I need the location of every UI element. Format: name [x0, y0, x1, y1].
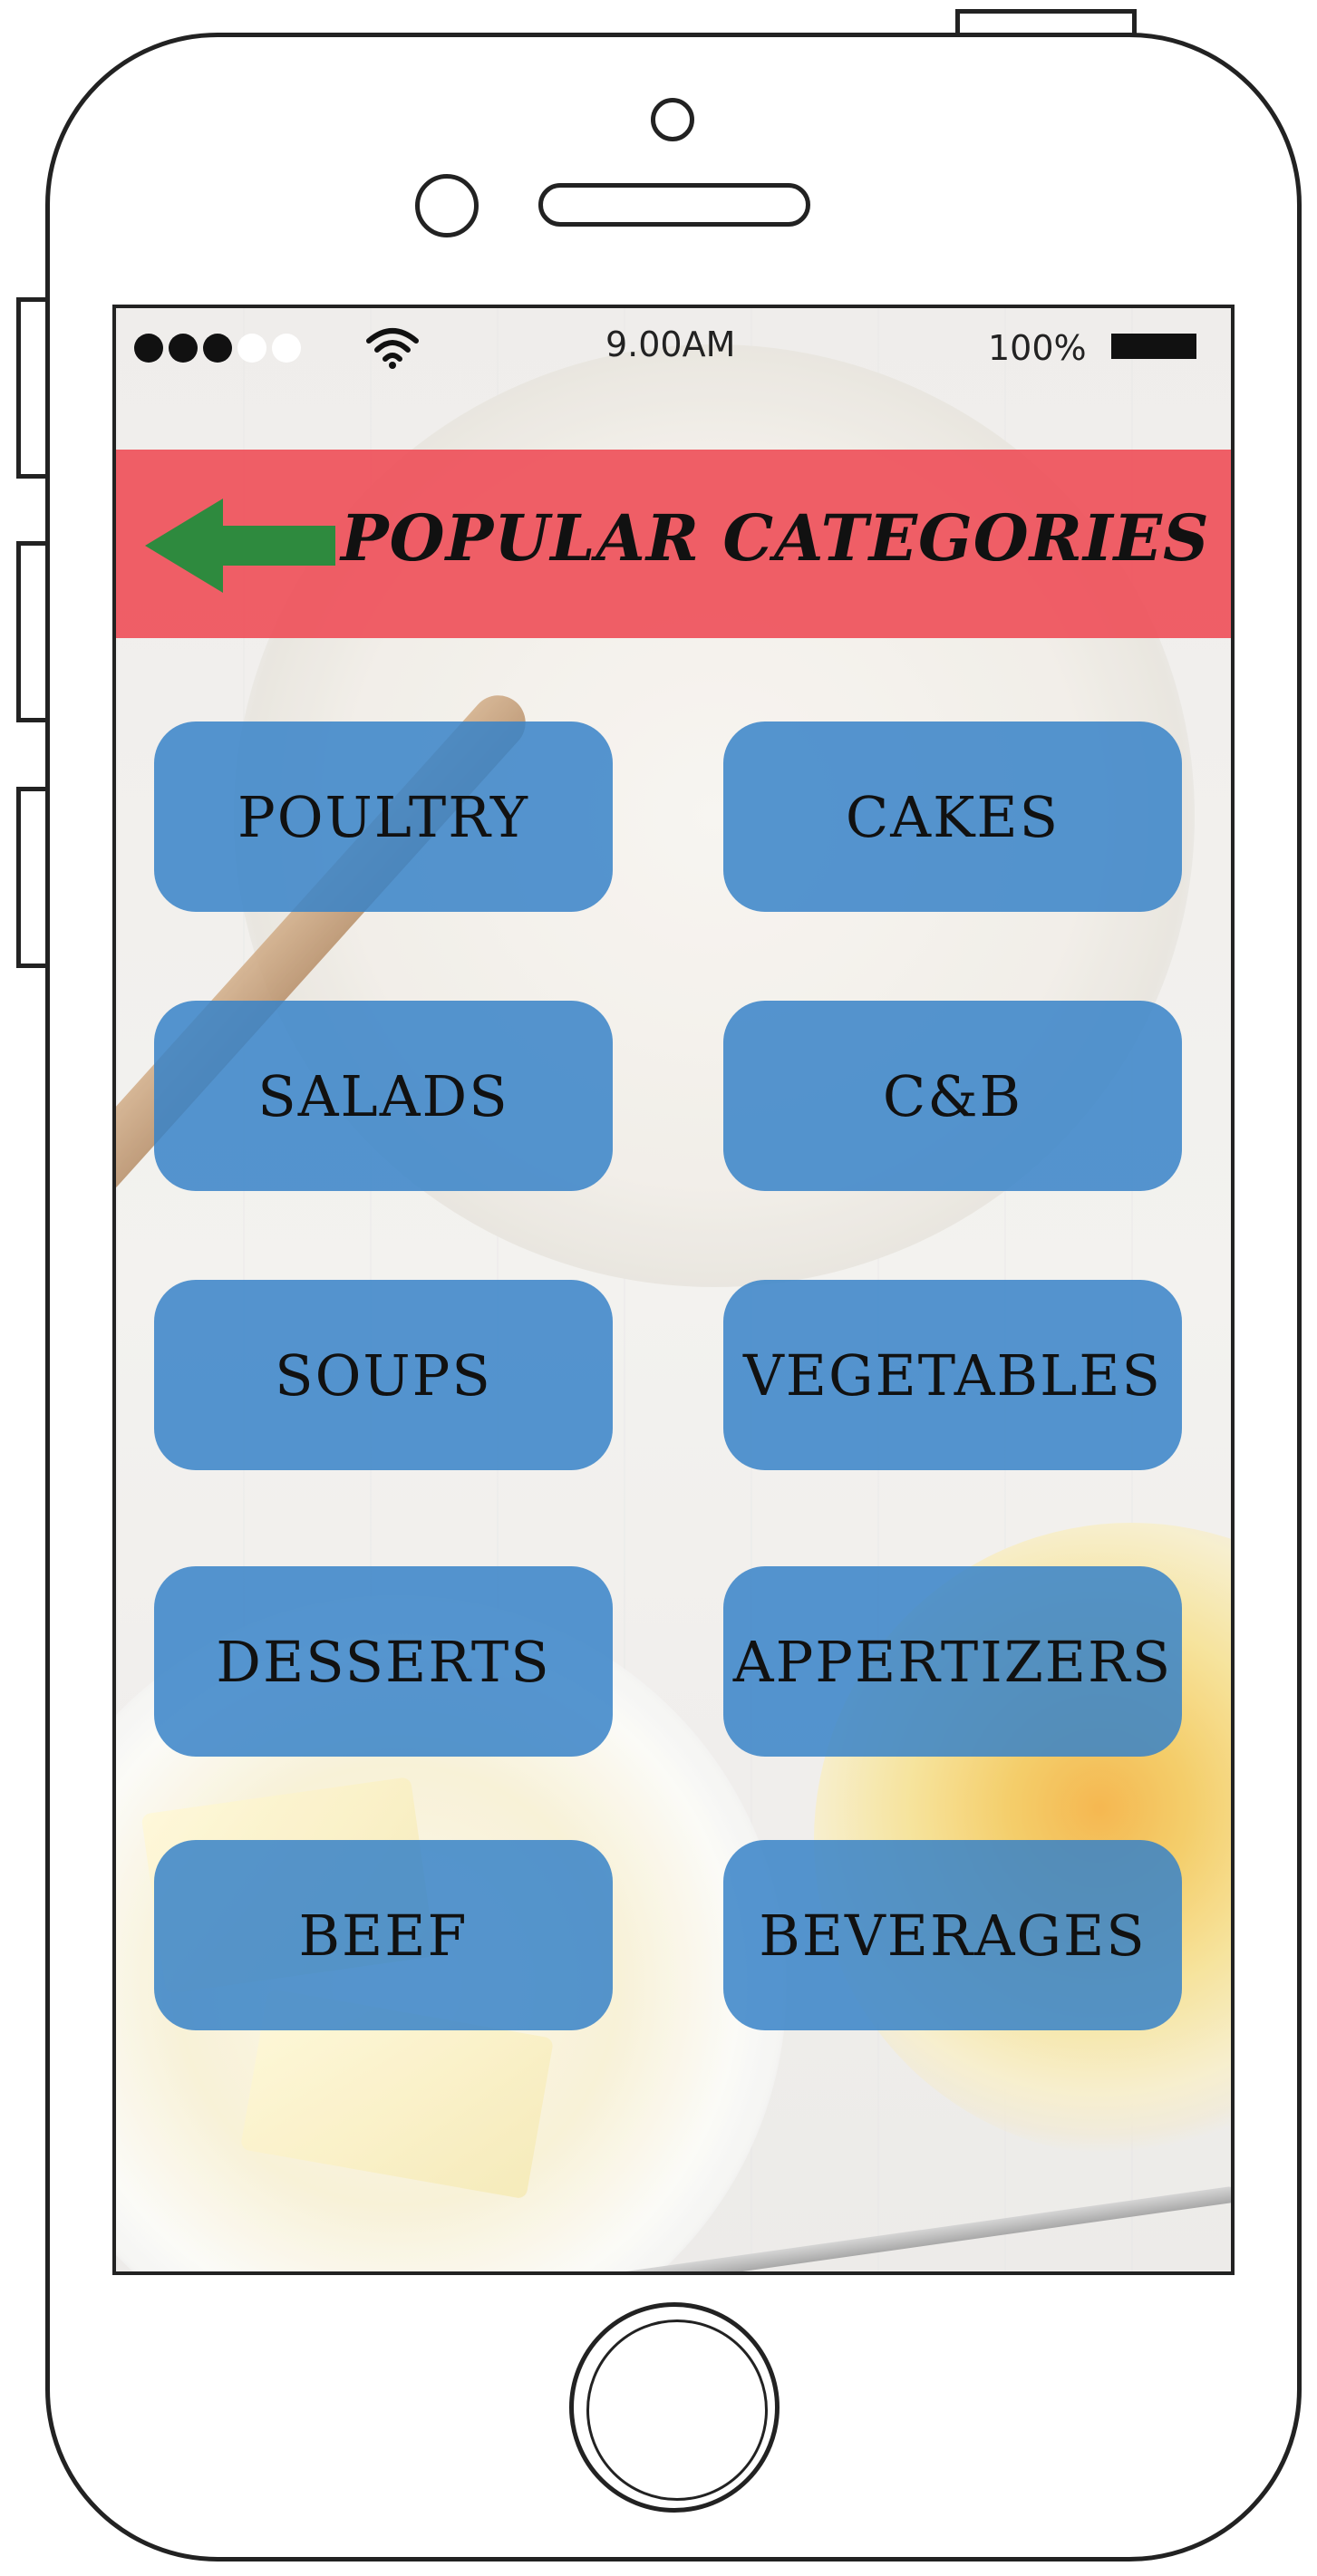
app-screen: 9.00AM 100% POPULAR CATEGORIES POULTRY C… [112, 305, 1235, 2275]
signal-dot [134, 334, 163, 363]
battery-percentage: 100% [988, 328, 1087, 368]
category-button-cakes[interactable]: CAKES [723, 721, 1182, 912]
battery-icon [1111, 334, 1196, 359]
wifi-icon [366, 328, 419, 369]
category-button-vegetables[interactable]: VEGETABLES [723, 1280, 1182, 1470]
signal-dot [169, 334, 198, 363]
front-sensor [415, 174, 479, 237]
page-header: POPULAR CATEGORIES [116, 450, 1231, 638]
category-button-beef[interactable]: BEEF [154, 1840, 613, 2030]
category-button-cb[interactable]: C&B [723, 1001, 1182, 1191]
camera-icon [651, 98, 694, 141]
category-button-soups[interactable]: SOUPS [154, 1280, 613, 1470]
home-button[interactable] [569, 2302, 780, 2513]
signal-dot [237, 334, 266, 363]
arrow-left-icon[interactable] [145, 499, 335, 593]
category-button-poultry[interactable]: POULTRY [154, 721, 613, 912]
volume-down-button [16, 787, 47, 968]
category-button-desserts[interactable]: DESSERTS [154, 1566, 613, 1757]
status-bar: 9.00AM 100% [116, 308, 1231, 381]
status-time: 9.00AM [605, 324, 736, 364]
signal-dot [203, 334, 232, 363]
category-button-beverages[interactable]: BEVERAGES [723, 1840, 1182, 2030]
volume-up-button [16, 541, 47, 722]
signal-strength-icon [134, 334, 301, 363]
category-button-salads[interactable]: SALADS [154, 1001, 613, 1191]
page-title: POPULAR CATEGORIES [341, 500, 1210, 576]
category-button-appetizers[interactable]: APPERTIZERS [723, 1566, 1182, 1757]
phone-mockup: 9.00AM 100% POPULAR CATEGORIES POULTRY C… [0, 0, 1317, 2576]
signal-dot [272, 334, 301, 363]
mute-switch [16, 297, 47, 479]
earpiece-speaker [538, 183, 810, 227]
